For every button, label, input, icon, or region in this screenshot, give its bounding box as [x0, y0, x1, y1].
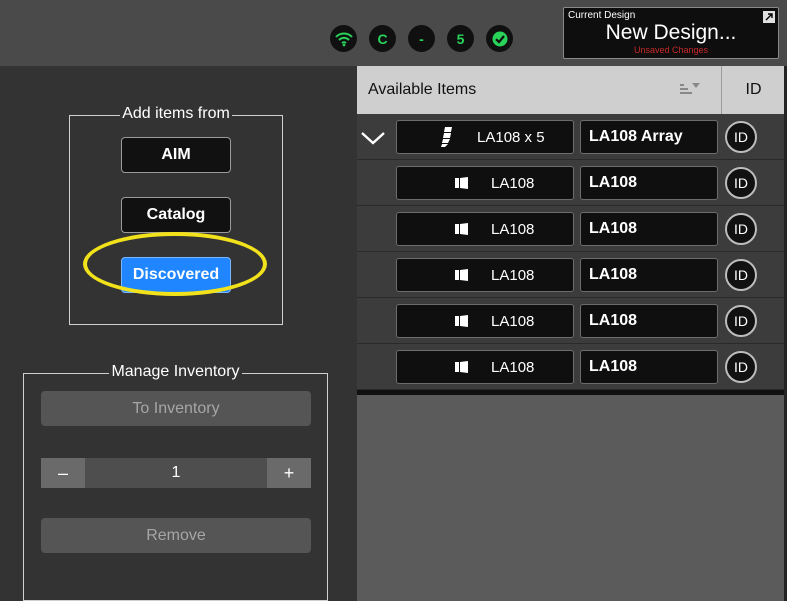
name-cell[interactable]: LA108 — [580, 212, 718, 246]
item-row[interactable]: LA108 LA108 ID — [357, 344, 784, 390]
name-cell[interactable]: LA108 — [580, 166, 718, 200]
decrement-button[interactable]: – — [41, 458, 85, 488]
to-inventory-button[interactable]: To Inventory — [41, 391, 311, 426]
dash-status-icon[interactable]: - — [408, 25, 435, 52]
dash-status-label: - — [419, 30, 424, 47]
model-cell[interactable]: LA108 — [396, 350, 574, 384]
model-text: LA108 — [491, 313, 535, 330]
speaker-icon — [455, 177, 468, 189]
speaker-icon — [455, 269, 468, 281]
item-row[interactable]: LA108 LA108 ID — [357, 160, 784, 206]
catalog-button[interactable]: Catalog — [121, 197, 231, 233]
item-row[interactable]: LA108 LA108 ID — [357, 252, 784, 298]
increment-button[interactable]: + — [267, 458, 311, 488]
current-design-box[interactable]: Current Design New Design... Unsaved Cha… — [563, 7, 779, 59]
quantity-value[interactable]: 1 — [85, 458, 267, 488]
five-status-icon[interactable]: 5 — [447, 25, 474, 52]
model-text: LA108 — [491, 221, 535, 238]
id-column-header[interactable]: ID — [721, 66, 785, 114]
sort-icon[interactable] — [680, 82, 700, 96]
array-row[interactable]: LA108 x 5 LA108 Array ID — [357, 114, 784, 160]
check-status-icon[interactable] — [486, 25, 513, 52]
expand-icon[interactable] — [763, 11, 775, 23]
manage-inventory-title: Manage Inventory — [109, 363, 242, 380]
array-speaker-icon — [441, 127, 452, 147]
status-icons: C - 5 — [330, 25, 513, 52]
five-status-label: 5 — [456, 30, 465, 47]
c-status-label: C — [377, 30, 388, 47]
speaker-icon — [455, 223, 468, 235]
item-row[interactable]: LA108 LA108 ID — [357, 206, 784, 252]
id-button[interactable]: ID — [725, 305, 757, 337]
table-header: Available Items ID — [357, 66, 784, 114]
left-panel: Add items from AIM Catalog Discovered Ma… — [0, 66, 357, 601]
available-items-panel: Available Items ID LA108 x 5 LA108 Array… — [357, 66, 787, 601]
model-text: LA108 — [491, 359, 535, 376]
model-cell[interactable]: LA108 — [396, 212, 574, 246]
model-text: LA108 x 5 — [477, 129, 545, 146]
name-cell[interactable]: LA108 Array — [580, 120, 718, 154]
aim-button[interactable]: AIM — [121, 137, 231, 173]
highlight-ellipse — [83, 232, 267, 296]
available-items-header[interactable]: Available Items — [368, 81, 476, 99]
id-button[interactable]: ID — [725, 259, 757, 291]
speaker-icon — [455, 361, 468, 373]
current-design-caption: Current Design — [568, 10, 636, 21]
id-button[interactable]: ID — [725, 351, 757, 383]
id-button[interactable]: ID — [725, 167, 757, 199]
model-cell[interactable]: LA108 — [396, 304, 574, 338]
unsaved-changes-label: Unsaved Changes — [633, 45, 709, 55]
item-row[interactable]: LA108 LA108 ID — [357, 298, 784, 344]
name-cell[interactable]: LA108 — [580, 304, 718, 338]
model-text: LA108 — [491, 175, 535, 192]
top-bar: C - 5 Current Design New Design... Unsav… — [0, 0, 787, 66]
list-divider — [357, 390, 784, 395]
model-cell[interactable]: LA108 — [396, 258, 574, 292]
manage-inventory-title-wrap: Manage Inventory — [24, 363, 327, 381]
model-cell[interactable]: LA108 — [396, 166, 574, 200]
wifi-icon[interactable] — [330, 25, 357, 52]
name-cell[interactable]: LA108 — [580, 350, 718, 384]
design-name: New Design... — [605, 21, 737, 44]
id-button[interactable]: ID — [725, 213, 757, 245]
name-cell[interactable]: LA108 — [580, 258, 718, 292]
add-items-title-wrap: Add items from — [70, 105, 282, 123]
add-items-title: Add items from — [120, 105, 232, 122]
chevron-down-icon[interactable] — [359, 125, 387, 149]
model-text: LA108 — [491, 267, 535, 284]
quantity-stepper: – 1 + — [41, 458, 311, 488]
model-cell[interactable]: LA108 x 5 — [396, 120, 574, 154]
id-button[interactable]: ID — [725, 121, 757, 153]
remove-button[interactable]: Remove — [41, 518, 311, 553]
c-status-icon[interactable]: C — [369, 25, 396, 52]
speaker-icon — [455, 315, 468, 327]
